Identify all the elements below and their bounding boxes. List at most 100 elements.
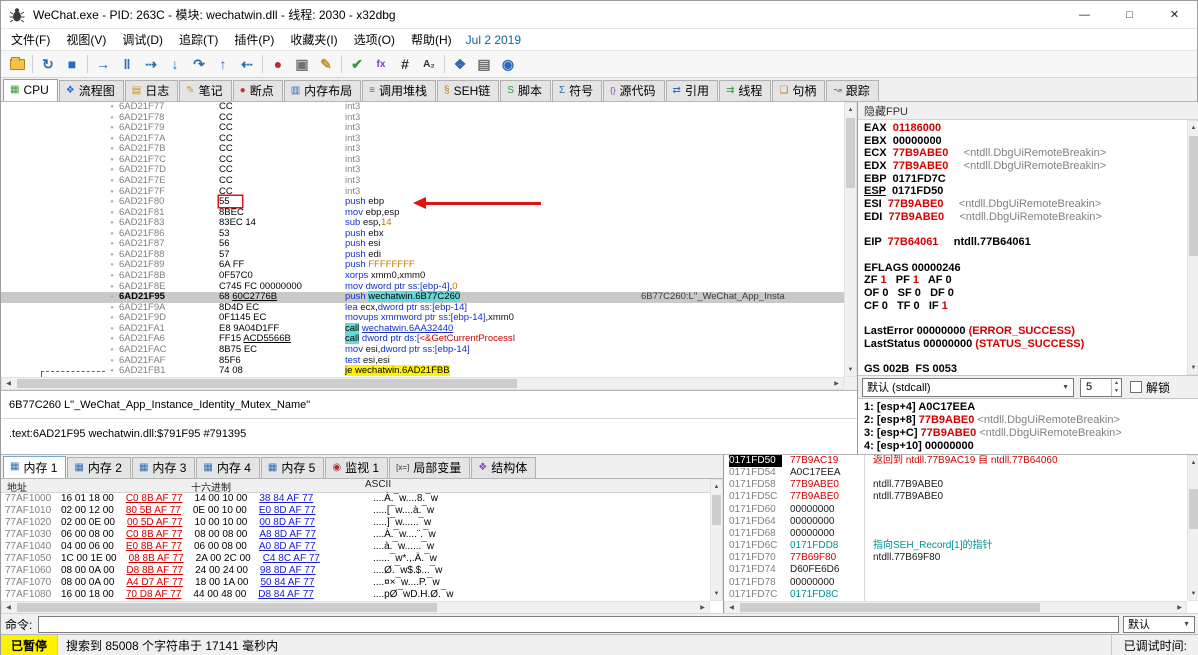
registers-vscrollbar[interactable]: ▲ ▼ bbox=[1187, 120, 1198, 375]
globe-icon[interactable]: ◉ bbox=[496, 53, 520, 75]
spin-up-icon[interactable]: ▲ bbox=[1114, 380, 1119, 386]
register-line[interactable]: OF 0 SF 0 DF 0 bbox=[864, 287, 1187, 300]
trace-record-icon[interactable]: ● bbox=[266, 53, 290, 75]
dump-view[interactable]: 地址 十六进制 ASCII 77AF1000 16 01 18 00 C0 8B A… bbox=[1, 479, 710, 601]
menu-plugins[interactable]: 插件(P) bbox=[226, 29, 282, 50]
calculator-icon[interactable]: ▤ bbox=[472, 53, 496, 75]
register-line[interactable]: ESI 77B9ABE0 <ntdll.DbgUiRemoteBreakin> bbox=[864, 198, 1187, 211]
scroll-up-icon[interactable]: ▲ bbox=[845, 103, 856, 116]
checkbox-box[interactable] bbox=[1130, 381, 1142, 393]
disasm-row[interactable]: ● 6AD21FAC 8B75 EC mov esi,dword ptr ss:[eb… bbox=[1, 344, 844, 356]
dump-row[interactable]: 77AF1060 08 00 0A 00 D8 8B AF 77 24 00 24 0… bbox=[1, 565, 710, 577]
stack-row[interactable]: 0171FD74 D60FE6D6 bbox=[724, 564, 1187, 577]
scroll-thumb[interactable] bbox=[740, 603, 1040, 612]
tab-dump-5[interactable]: ▦ 内存 5 bbox=[260, 457, 325, 478]
scroll-thumb[interactable] bbox=[17, 603, 437, 612]
run-icon[interactable]: → bbox=[91, 53, 115, 75]
dump-row[interactable]: 77AF1040 04 00 06 00 E0 8B AF 77 06 00 08 0… bbox=[1, 541, 710, 553]
tab-symbols[interactable]: Σ 符号 bbox=[551, 80, 603, 101]
unlock-checkbox[interactable]: 解锁 bbox=[1130, 379, 1170, 396]
restart-icon[interactable]: ↻ bbox=[36, 53, 60, 75]
tab-script[interactable]: S 脚本 bbox=[500, 80, 551, 101]
register-line[interactable]: CF 0 TF 0 IF 1 bbox=[864, 300, 1187, 313]
register-line[interactable]: LastStatus 00000000 (STATUS_SUCCESS) bbox=[864, 338, 1187, 351]
tab-memory-map[interactable]: ▥ 内存布局 bbox=[283, 80, 362, 101]
stack-row[interactable]: 0171FD7C 0171FD8C bbox=[724, 588, 1187, 601]
disasm-row[interactable]: ● 6AD21FB1 74 08 je wechatwin.6AD21FBB bbox=[1, 365, 844, 377]
menu-debug[interactable]: 调试(D) bbox=[114, 29, 171, 50]
menu-favourites[interactable]: 收藏夹(I) bbox=[282, 29, 345, 50]
dump-vscrollbar[interactable]: ▲ ▼ bbox=[710, 479, 723, 601]
scroll-thumb[interactable] bbox=[846, 118, 855, 188]
tab-cpu[interactable]: ▦ CPU bbox=[3, 79, 58, 101]
minimize-button[interactable]: — bbox=[1062, 1, 1107, 28]
settings-icon[interactable]: ✔ bbox=[345, 53, 369, 75]
tab-breakpoints[interactable]: ● 断点 bbox=[232, 80, 283, 101]
tab-source[interactable]: {} 源代码 bbox=[603, 80, 665, 101]
menu-options[interactable]: 选项(O) bbox=[346, 29, 403, 50]
dump-row[interactable]: 77AF1080 16 00 18 00 70 D8 AF 77 44 00 48 0… bbox=[1, 589, 710, 601]
tab-dump-1[interactable]: ▦ 内存 1 bbox=[3, 456, 67, 478]
dump-row[interactable]: 77AF1070 08 00 0A 00 A4 D7 AF 77 18 00 1A 0… bbox=[1, 577, 710, 589]
close-button[interactable]: ✕ bbox=[1152, 1, 1197, 28]
scroll-down-icon[interactable]: ▼ bbox=[1188, 587, 1198, 600]
arg-count-spinner[interactable]: 5 ▲ ▼ bbox=[1080, 377, 1122, 397]
argument-line[interactable]: 1: [esp+4] A0C17EEA bbox=[864, 401, 1198, 414]
menu-file[interactable]: 文件(F) bbox=[3, 29, 58, 50]
switch-window-icon[interactable]: ▣ bbox=[290, 53, 314, 75]
register-line[interactable] bbox=[864, 350, 1187, 363]
register-line[interactable] bbox=[864, 249, 1187, 262]
spinner-buttons[interactable]: ▲ ▼ bbox=[1111, 378, 1121, 396]
register-line[interactable]: EBP 0171FD7C bbox=[864, 173, 1187, 186]
scroll-track[interactable] bbox=[1188, 134, 1198, 361]
tab-dump-3[interactable]: ▦ 内存 3 bbox=[131, 457, 196, 478]
scroll-track[interactable] bbox=[738, 602, 1173, 613]
disasm-row[interactable]: ● 6AD21F77 CC int3 bbox=[1, 102, 844, 113]
stack-row[interactable]: 0171FD68 00000000 bbox=[724, 527, 1187, 541]
scroll-thumb[interactable] bbox=[1189, 489, 1198, 529]
step-back-icon[interactable]: ⇠ bbox=[235, 53, 259, 75]
scroll-left-icon[interactable]: ◀ bbox=[725, 602, 738, 613]
tab-log[interactable]: ▤ 日志 bbox=[124, 80, 179, 101]
open-file-icon[interactable] bbox=[5, 53, 29, 75]
register-line[interactable]: EBX 00000000 bbox=[864, 135, 1187, 148]
argument-line[interactable]: 2: [esp+8] 77B9ABE0 <ntdll.DbgUiRemoteBr… bbox=[864, 414, 1198, 427]
stack-row[interactable]: 0171FD50 77B9AC19 返回到 ntdll.77B9AC19 自 ntd… bbox=[724, 455, 1187, 468]
hide-fpu-button[interactable]: 隐藏FPU bbox=[858, 102, 1198, 120]
stack-row[interactable]: 0171FD6C 0171FDD8 指向SEH_Record[1]的指针 bbox=[724, 540, 1187, 553]
hash-icon[interactable]: # bbox=[393, 53, 417, 75]
scroll-down-icon[interactable]: ▼ bbox=[711, 587, 722, 600]
scroll-thumb[interactable] bbox=[712, 495, 721, 525]
register-line[interactable]: GS 002B FS 0053 bbox=[864, 363, 1187, 375]
register-line[interactable]: LastError 00000000 (ERROR_SUCCESS) bbox=[864, 325, 1187, 338]
scroll-up-icon[interactable]: ▲ bbox=[1188, 121, 1198, 134]
scroll-track[interactable] bbox=[15, 602, 696, 613]
register-line[interactable]: ESP 0171FD50 bbox=[864, 185, 1187, 198]
menu-trace[interactable]: 追踪(T) bbox=[171, 29, 226, 50]
functions-icon[interactable]: fx bbox=[369, 53, 393, 75]
maximize-button[interactable]: □ bbox=[1107, 1, 1152, 28]
dump-row[interactable]: 77AF1010 02 00 12 00 80 5B AF 77 0E 00 10 0… bbox=[1, 505, 710, 517]
stack-row[interactable]: 0171FD64 00000000 bbox=[724, 515, 1187, 528]
stack-row[interactable]: 0171FD60 00000000 bbox=[724, 503, 1187, 516]
spin-down-icon[interactable]: ▼ bbox=[1114, 388, 1119, 394]
scroll-right-icon[interactable]: ▶ bbox=[1173, 602, 1186, 613]
stack-row[interactable]: 0171FD70 77B69F80 ntdll.77B69F80 bbox=[724, 552, 1187, 565]
step-over-icon[interactable]: ↷ bbox=[187, 53, 211, 75]
tab-notes[interactable]: ✎ 笔记 bbox=[179, 80, 232, 101]
run-to-user-code-icon[interactable]: ⇢ bbox=[139, 53, 163, 75]
menu-help[interactable]: 帮助(H) bbox=[403, 29, 460, 50]
arguments-view[interactable]: 1: [esp+4] A0C17EEA 2: [esp+8] 77B9ABE0 <… bbox=[858, 399, 1198, 454]
pause-icon[interactable]: ‖ bbox=[115, 53, 139, 75]
tab-handles[interactable]: ❏ 句柄 bbox=[772, 80, 826, 101]
stop-icon[interactable]: ■ bbox=[60, 53, 84, 75]
register-line[interactable]: EAX 01186000 bbox=[864, 122, 1187, 135]
patch-icon[interactable]: ✎ bbox=[314, 53, 338, 75]
disassembly-view[interactable]: ● 6AD21F77 CC int3 ● 6AD21F78 CC int3 ● 6AD21F79 C… bbox=[1, 102, 844, 377]
tab-watch-1[interactable]: ◉ 监视 1 bbox=[325, 457, 389, 478]
command-input[interactable] bbox=[38, 615, 1119, 633]
registers-view[interactable]: EAX 01186000 EBX 00000000 ECX 77B9ABE0 <nt… bbox=[858, 120, 1187, 375]
stack-vscrollbar[interactable]: ▲ ▼ bbox=[1187, 455, 1198, 601]
scroll-thumb[interactable] bbox=[17, 379, 517, 388]
stack-row[interactable]: 0171FD5C 77B9ABE0 ntdll.77B9ABE0 bbox=[724, 491, 1187, 504]
